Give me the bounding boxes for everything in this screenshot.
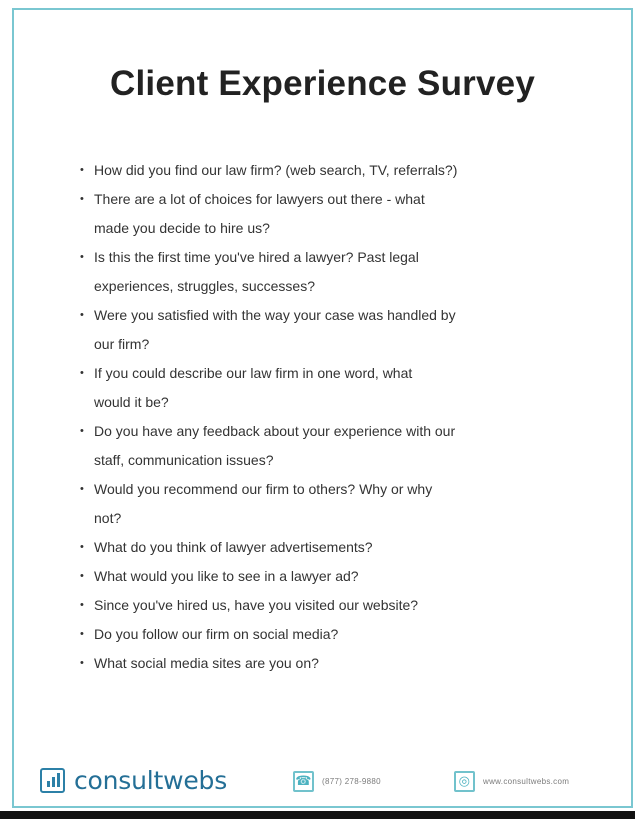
survey-question: • There are a lot of choices for lawyers … <box>80 185 600 243</box>
question-text-line: would it be? <box>94 394 169 410</box>
phone-icon: ☎ <box>293 771 314 792</box>
question-text-line: Since you've hired us, have you visited … <box>94 597 419 613</box>
brand-name: consultwebs <box>74 765 228 795</box>
question-text-line: experiences, struggles, successes? <box>94 278 315 294</box>
bullet-marker: • <box>80 309 84 321</box>
question-text-line: Is this the first time you've hired a la… <box>94 249 419 265</box>
website-contact: ◎ www.consultwebs.com <box>454 771 569 792</box>
question-text-line: Were you satisfied with the way your cas… <box>94 307 456 323</box>
question-text-line: What do you think of lawyer advertisemen… <box>94 539 373 555</box>
survey-question: • Is this the first time you've hired a l… <box>80 243 600 301</box>
question-text-line: How did you find our law firm? (web sear… <box>94 162 458 178</box>
survey-question-list: • How did you find our law firm? (web sea… <box>80 156 600 678</box>
survey-question: • Were you satisfied with the way your ca… <box>80 301 600 359</box>
question-text-line: There are a lot of choices for lawyers o… <box>94 191 425 207</box>
survey-question: • Do you follow our firm on social media? <box>80 620 600 649</box>
question-text-line: staff, communication issues? <box>94 452 274 468</box>
question-text-line: made you decide to hire us? <box>94 220 270 236</box>
phone-number: (877) 278-9880 <box>322 777 381 786</box>
phone-contact: ☎ (877) 278-9880 <box>293 771 381 792</box>
bottom-border <box>0 811 635 819</box>
bullet-marker: • <box>80 541 84 553</box>
bullet-marker: • <box>80 599 84 611</box>
bullet-marker: • <box>80 367 84 379</box>
survey-question: • Would you recommend our firm to others?… <box>80 475 600 533</box>
consultwebs-logo: consultwebs <box>40 763 227 797</box>
bullet-marker: • <box>80 251 84 263</box>
bullet-marker: • <box>80 657 84 669</box>
survey-question: • If you could describe our law firm in o… <box>80 359 600 417</box>
survey-question: • How did you find our law firm? (web sea… <box>80 156 600 185</box>
bullet-marker: • <box>80 483 84 495</box>
globe-icon: ◎ <box>454 771 475 792</box>
survey-question: • What social media sites are you on? <box>80 649 600 678</box>
question-text-line: not? <box>94 510 122 526</box>
question-text-line: our firm? <box>94 336 150 352</box>
question-text-line: What would you like to see in a lawyer a… <box>94 568 359 584</box>
question-text-line: Do you have any feedback about your expe… <box>94 423 456 439</box>
website-url: www.consultwebs.com <box>483 777 570 786</box>
survey-question: • Since you've hired us, have you visited… <box>80 591 600 620</box>
survey-question: • What would you like to see in a lawyer … <box>80 562 600 591</box>
bullet-marker: • <box>80 193 84 205</box>
question-text-line: If you could describe our law firm in on… <box>94 365 413 381</box>
survey-question: • Do you have any feedback about your exp… <box>80 417 600 475</box>
bullet-marker: • <box>80 628 84 640</box>
question-text-line: Would you recommend our firm to others? … <box>94 481 433 497</box>
question-text-line: What social media sites are you on? <box>94 655 319 671</box>
survey-question: • What do you think of lawyer advertiseme… <box>80 533 600 562</box>
bar-chart-icon <box>40 767 65 793</box>
question-text-line: Do you follow our firm on social media? <box>94 626 339 642</box>
bullet-marker: • <box>80 164 84 176</box>
bullet-marker: • <box>80 570 84 582</box>
survey-page: Client Experience Survey • How did you fi… <box>12 8 633 808</box>
page-title: Client Experience Survey <box>110 64 535 103</box>
bullet-marker: • <box>80 425 84 437</box>
